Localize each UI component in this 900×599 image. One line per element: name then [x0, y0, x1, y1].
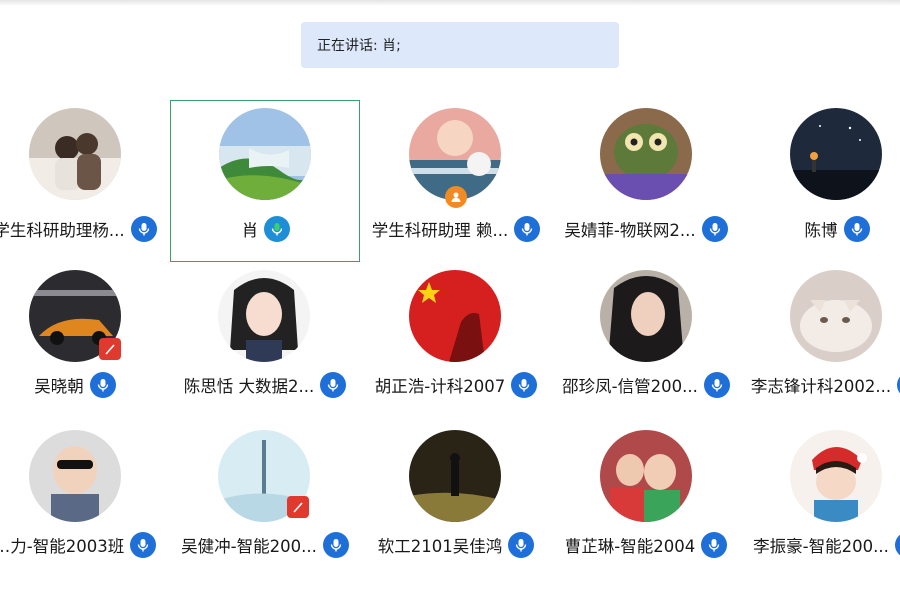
participant-tile[interactable]: 邵珍凤-信管200...	[551, 262, 741, 424]
participant-name-row: 学生科研助理杨...	[0, 214, 170, 244]
participant-avatar	[29, 430, 121, 522]
participant-name-row: 陈思恬 大数据2...	[170, 370, 360, 400]
mic-icon[interactable]	[130, 532, 157, 558]
participant-avatar	[790, 430, 882, 522]
participant-name-row: 吴健冲-智能200...	[170, 530, 360, 560]
participant-name-row: 曹芷琳-智能2004	[551, 530, 741, 560]
participant-name: 吴健冲-智能200...	[181, 537, 317, 556]
mic-icon[interactable]	[322, 532, 349, 558]
participant-name-row: 邵珍凤-信管200...	[551, 370, 741, 400]
participant-tile[interactable]: 陈思恬 大数据2...	[170, 262, 360, 424]
participant-tile[interactable]: 陈博	[742, 100, 900, 262]
participant-name-row: 李振豪-智能200...	[742, 530, 900, 560]
participant-name-row: 陈博	[742, 214, 900, 244]
participant-avatar	[600, 108, 692, 200]
participant-avatar	[218, 270, 310, 362]
participant-tile[interactable]: 李振豪-智能200...	[742, 424, 900, 586]
participant-tile[interactable]: 吴健冲-智能200...	[170, 424, 360, 586]
active-speaker-label: 正在讲话: 肖;	[317, 38, 401, 54]
participant-name: 陈思恬 大数据2...	[183, 377, 315, 396]
participant-name-row: 软工2101吴佳鸿	[361, 530, 551, 560]
participant-name: 曹芷琳-智能2004	[564, 537, 696, 556]
participant-avatar	[409, 430, 501, 522]
active-speaker-banner: 正在讲话: 肖;	[301, 22, 619, 68]
participant-tile[interactable]: 学生科研助理杨...	[0, 100, 170, 262]
participant-tile[interactable]: 曹芷琳-智能2004	[551, 424, 741, 586]
participant-tile[interactable]: 软工2101吴佳鸿	[361, 424, 551, 586]
participant-name-row: 吴婧菲-物联网2...	[551, 214, 741, 244]
participant-name: 肖	[241, 221, 259, 240]
participant-name: 陈博	[804, 221, 838, 240]
participant-name: 学生科研助理杨...	[0, 221, 125, 240]
participant-name: 胡正浩-计科2007	[374, 377, 506, 396]
flag-badge-icon	[287, 496, 309, 518]
window-top-edge	[0, 0, 900, 6]
mic-icon[interactable]	[320, 372, 347, 398]
participant-avatar	[409, 270, 501, 362]
participant-avatar	[29, 108, 121, 200]
participant-name: 李志锋计科2002...	[750, 377, 892, 396]
mic-icon[interactable]	[508, 532, 535, 558]
participant-name-row: 吴晓朝	[0, 370, 170, 400]
flag-badge-icon	[99, 338, 121, 360]
mic-icon[interactable]	[894, 532, 900, 558]
mic-icon[interactable]	[703, 372, 730, 398]
participant-avatar	[790, 108, 882, 200]
mic-icon[interactable]	[89, 372, 116, 398]
participant-tile[interactable]: 胡正浩-计科2007	[361, 262, 551, 424]
participant-avatar	[790, 270, 882, 362]
participant-name: 吴婧菲-物联网2...	[564, 221, 696, 240]
mic-icon[interactable]	[511, 372, 538, 398]
participant-tile[interactable]: …力-智能2003班	[0, 424, 170, 586]
participant-tile[interactable]: 李志锋计科2002...	[742, 262, 900, 424]
participant-name-row: 学生科研助理 赖...	[361, 214, 551, 244]
host-badge-icon	[445, 186, 467, 208]
participant-name: 软工2101吴佳鸿	[377, 537, 503, 556]
participant-name-row: 肖	[171, 214, 361, 244]
participant-avatar	[600, 430, 692, 522]
participant-name-row: 李志锋计科2002...	[742, 370, 900, 400]
mic-icon[interactable]	[843, 216, 870, 242]
participant-name: 李振豪-智能200...	[753, 537, 889, 556]
participant-name: …力-智能2003班	[0, 537, 125, 556]
mic-icon[interactable]	[264, 216, 291, 242]
participant-avatar	[600, 270, 692, 362]
mic-icon[interactable]	[701, 532, 728, 558]
mic-icon[interactable]	[514, 216, 541, 242]
participant-name-row: …力-智能2003班	[0, 530, 170, 560]
participant-tile[interactable]: 学生科研助理 赖...	[361, 100, 551, 262]
participant-name-row: 胡正浩-计科2007	[361, 370, 551, 400]
participant-avatar	[219, 108, 311, 200]
mic-icon[interactable]	[701, 216, 728, 242]
participant-name: 学生科研助理 赖...	[371, 221, 509, 240]
participant-name: 吴晓朝	[34, 377, 84, 396]
participant-tile[interactable]: 吴婧菲-物联网2...	[551, 100, 741, 262]
participant-name: 邵珍凤-信管200...	[562, 377, 698, 396]
mic-icon[interactable]	[130, 216, 157, 242]
participant-tile-active[interactable]: 肖	[170, 100, 360, 262]
participant-tile[interactable]: 吴晓朝	[0, 262, 170, 424]
